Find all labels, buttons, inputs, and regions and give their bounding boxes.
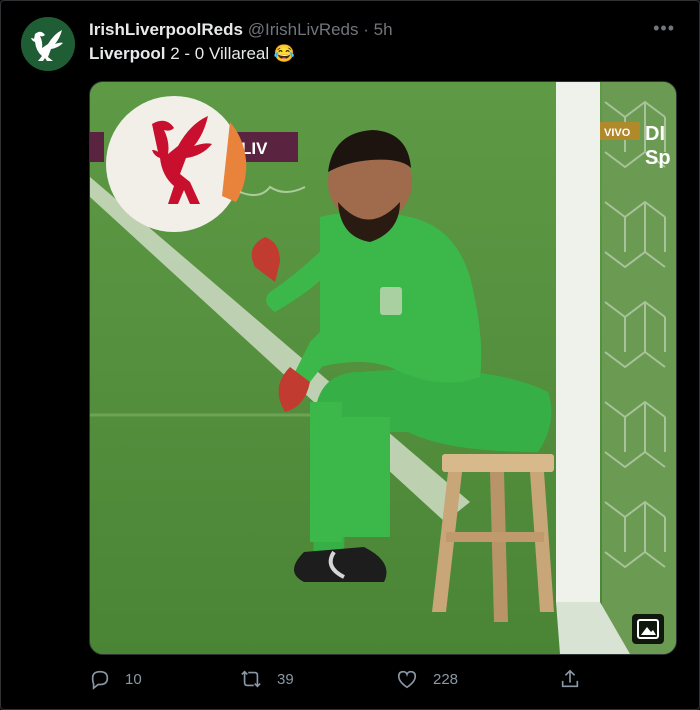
reply-button[interactable]: 10 xyxy=(89,667,142,691)
timestamp[interactable]: 5h xyxy=(374,20,393,39)
avatar[interactable] xyxy=(21,17,75,71)
tweet-card[interactable]: IrishLiverpoolReds @IrishLivReds · 5h ••… xyxy=(0,0,700,710)
like-button[interactable]: 228 xyxy=(395,667,458,691)
liverbird-logo-icon xyxy=(21,17,75,71)
board-text-top: DI xyxy=(645,123,665,145)
goal-post xyxy=(556,82,600,602)
image-badge-icon[interactable] xyxy=(632,614,664,644)
separator-dot: · xyxy=(363,20,369,39)
tweet-header: IrishLiverpoolReds @IrishLivReds · 5h xyxy=(89,20,685,40)
tweet-actions: 10 39 228 xyxy=(89,667,609,691)
display-name[interactable]: IrishLiverpoolReds xyxy=(89,20,243,39)
share-button[interactable] xyxy=(559,667,595,691)
sponsor-text: VIVO xyxy=(604,127,631,139)
reply-icon xyxy=(91,670,109,690)
tweet-text: Liverpool 2 - 0 Villareal 😂 xyxy=(89,44,295,64)
more-options-icon[interactable]: ••• xyxy=(653,18,675,39)
tweet-text-score: 2 - 0 Villareal xyxy=(165,44,274,63)
board-text-bottom: Sp xyxy=(645,147,671,169)
user-handle[interactable]: @IrishLivReds xyxy=(248,20,359,39)
retweet-count: 39 xyxy=(277,670,294,688)
tweet-text-team: Liverpool xyxy=(89,44,166,63)
goalkeeper-photo: LIV VIVO DI Sp xyxy=(90,82,676,654)
share-icon xyxy=(561,669,579,688)
like-count: 228 xyxy=(433,670,459,688)
retweet-icon xyxy=(241,670,261,688)
reply-count: 10 xyxy=(125,670,142,688)
heart-icon xyxy=(397,670,417,689)
tweet-media-image[interactable]: LIV VIVO DI Sp xyxy=(89,81,677,655)
retweet-button[interactable]: 39 xyxy=(239,667,294,691)
laughing-emoji-icon: 😂 xyxy=(273,44,296,63)
